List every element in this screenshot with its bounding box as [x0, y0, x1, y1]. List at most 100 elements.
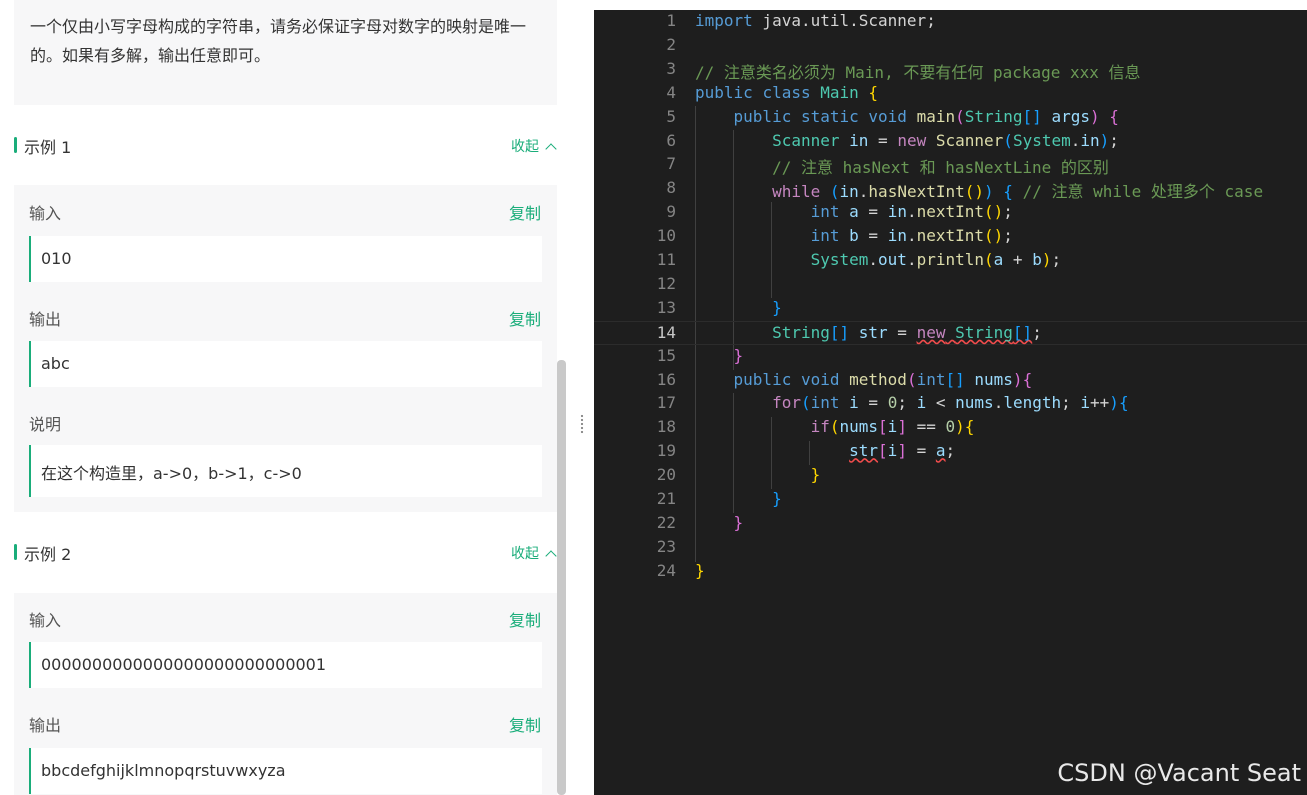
- example-1-header: 示例 1 收起: [14, 125, 557, 165]
- code-line[interactable]: 12: [594, 273, 1307, 297]
- example-2-header: 示例 2 收起: [14, 532, 557, 572]
- watermark: CSDN @Vacant Seat: [1057, 759, 1301, 787]
- line-number: 7: [666, 154, 676, 174]
- chevron-up-icon: [545, 143, 557, 155]
- example-1-explain-label: 说明: [29, 415, 62, 434]
- code-line[interactable]: 6 Scanner in = new Scanner(System.in);: [594, 130, 1307, 154]
- example-2-collapse-button[interactable]: 收起: [511, 543, 557, 563]
- line-number: 9: [666, 202, 676, 222]
- code-line[interactable]: 13 }: [594, 297, 1307, 321]
- code-text: }: [772, 297, 782, 317]
- line-number: 1: [666, 11, 676, 30]
- scrollbar-thumb[interactable]: [557, 360, 566, 795]
- code-line[interactable]: 16 public void method(int[] nums){: [594, 369, 1307, 393]
- drag-handle-icon[interactable]: [580, 414, 584, 434]
- code-line[interactable]: 5 public static void main(String[] args)…: [594, 106, 1307, 130]
- problem-description-box: 一个仅由小写字母构成的字符串，请务必保证字母对数字的映射是唯一的。如果有多解，输…: [14, 0, 557, 105]
- example-2-body: 输入 复制 0000000000000000000000000001 输出 复制…: [14, 593, 557, 795]
- code-line[interactable]: 4 public class Main {: [594, 82, 1307, 106]
- code-text: public class Main {: [695, 82, 879, 102]
- example-2-output-value: bbcdefghijklmnopqrstuvwxyza: [29, 748, 542, 794]
- example-1-title: 示例 1: [24, 138, 72, 157]
- problem-panel: 一个仅由小写字母构成的字符串，请务必保证字母对数字的映射是唯一的。如果有多解，输…: [0, 0, 570, 795]
- code-line[interactable]: 2: [594, 34, 1307, 58]
- example-1-output-copy-button[interactable]: 复制: [509, 306, 541, 330]
- example-1-input-label: 输入: [29, 204, 62, 223]
- code-text: str[i] = a;: [849, 441, 956, 461]
- code-line[interactable]: 8 while (in.hasNextInt()) { // 注意 while …: [594, 177, 1307, 201]
- example-1-output-label: 输出: [29, 310, 62, 329]
- code-line[interactable]: 24}: [594, 560, 1307, 584]
- line-number: 4: [666, 82, 676, 102]
- code-text: System.out.println(a + b);: [810, 250, 1062, 269]
- code-text: // 注意类名必须为 Main, 不要有任何 package xxx 信息: [695, 62, 1141, 82]
- code-line[interactable]: 10 int b = in.nextInt();: [594, 225, 1307, 249]
- code-line[interactable]: 21 }: [594, 488, 1307, 512]
- code-text: while (in.hasNextInt()) { // 注意 while 处理…: [772, 182, 1264, 202]
- code-text: // 注意 hasNext 和 hasNextLine 的区别: [772, 158, 1109, 178]
- code-line[interactable]: 11 System.out.println(a + b);: [594, 249, 1307, 273]
- example-1-output-value: abc: [29, 341, 542, 387]
- line-number: 21: [656, 489, 676, 508]
- line-number: 6: [666, 130, 676, 150]
- example-1-body: 输入 复制 010 输出 复制 abc 说明 在这个构造里，a->0，b->1，…: [14, 185, 557, 512]
- code-text: }: [772, 489, 782, 508]
- line-number: 3: [666, 58, 676, 78]
- line-number: 10: [656, 226, 676, 246]
- problem-description: 一个仅由小写字母构成的字符串，请务必保证字母对数字的映射是唯一的。如果有多解，输…: [30, 17, 527, 65]
- code-text: int a = in.nextInt();: [810, 202, 1013, 222]
- line-number: 2: [666, 34, 676, 54]
- line-number: 14: [656, 322, 676, 342]
- example-2-input-value: 0000000000000000000000000001: [29, 642, 542, 688]
- code-text: for(int i = 0; i < nums.length; i++){: [772, 393, 1129, 413]
- line-number: 22: [656, 512, 676, 532]
- code-line[interactable]: 15 }: [594, 345, 1307, 369]
- code-line[interactable]: 14 String[] str = new String[];: [594, 320, 1307, 345]
- example-2-output-copy-button[interactable]: 复制: [509, 712, 541, 736]
- code-line[interactable]: 22 }: [594, 512, 1307, 536]
- code-line[interactable]: 7 // 注意 hasNext 和 hasNextLine 的区别: [594, 153, 1307, 177]
- code-text: Scanner in = new Scanner(System.in);: [772, 130, 1119, 150]
- example-2-title: 示例 2: [24, 545, 72, 564]
- code-text: String[] str = new String[];: [772, 322, 1042, 342]
- code-text: }: [695, 560, 705, 580]
- code-text: }: [733, 512, 744, 532]
- code-editor[interactable]: 1 import java.util.Scanner; 2 3// 注意类名必须为 M…: [594, 10, 1307, 795]
- example-2-input-copy-button[interactable]: 复制: [509, 607, 541, 631]
- code-line[interactable]: 23: [594, 536, 1307, 560]
- line-number: 16: [656, 369, 676, 389]
- code-line[interactable]: 9 int a = in.nextInt();: [594, 201, 1307, 225]
- code-text: if(nums[i] == 0){: [810, 417, 975, 437]
- code-line[interactable]: 1 import java.util.Scanner;: [594, 10, 1307, 34]
- code-line[interactable]: 3 // 注意类名必须为 Main, 不要有任何 package xxx 信息: [594, 58, 1307, 82]
- chevron-up-icon: [545, 550, 557, 562]
- example-1-input-copy-button[interactable]: 复制: [509, 200, 541, 224]
- line-number: 20: [656, 465, 676, 485]
- code-line[interactable]: 18 if(nums[i] == 0){: [594, 416, 1307, 440]
- example-1-collapse-button[interactable]: 收起: [511, 136, 557, 156]
- code-text: import java.util.Scanner;: [695, 11, 936, 30]
- code-text: }: [810, 465, 821, 485]
- line-number: 12: [656, 273, 676, 293]
- code-line[interactable]: 17 for(int i = 0; i < nums.length; i++){: [594, 392, 1307, 416]
- example-accent-bar: [14, 544, 17, 560]
- line-number: 8: [666, 178, 676, 198]
- example-1-explanation: 在这个构造里，a->0，b->1，c->0: [29, 445, 542, 497]
- example-accent-bar: [14, 137, 17, 153]
- line-number: 11: [656, 250, 676, 269]
- code-line[interactable]: 19 str[i] = a;: [594, 440, 1307, 464]
- line-number: 19: [656, 441, 676, 461]
- code-text: int b = in.nextInt();: [810, 226, 1013, 246]
- line-number: 18: [656, 417, 676, 437]
- line-number: 13: [656, 297, 676, 317]
- line-number: 15: [656, 345, 676, 365]
- code-text: }: [733, 345, 744, 365]
- code-text: public static void main(String[] args) {: [733, 106, 1119, 126]
- line-number: 17: [656, 393, 676, 413]
- example-2-input-label: 输入: [29, 611, 62, 630]
- example-2-output-label: 输出: [29, 716, 62, 735]
- example-1-input-value: 010: [29, 236, 542, 282]
- code-line[interactable]: 20 }: [594, 464, 1307, 488]
- panel-splitter[interactable]: [570, 0, 594, 795]
- code-text: public void method(int[] nums){: [733, 369, 1033, 389]
